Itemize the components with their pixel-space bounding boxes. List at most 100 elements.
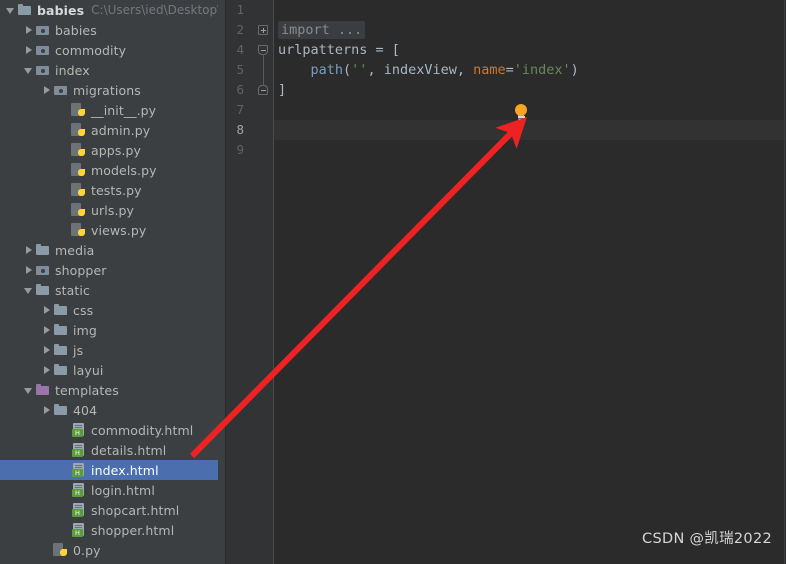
html-file-icon: H xyxy=(71,502,87,518)
tree-row-label: models.py xyxy=(91,162,157,178)
chevron-right-icon[interactable] xyxy=(24,45,35,56)
tree-row[interactable]: img xyxy=(0,320,218,340)
code-line[interactable]: path('', indexView, name='index') xyxy=(278,60,579,80)
lightbulb-icon[interactable] xyxy=(514,104,530,122)
fold-expand-icon[interactable] xyxy=(258,25,268,35)
tree-row[interactable]: Hlogin.html xyxy=(0,480,218,500)
chevron-right-icon[interactable] xyxy=(42,325,53,336)
chevron-right-icon[interactable] xyxy=(42,85,53,96)
line-number: 4 xyxy=(236,42,244,57)
code-token: urlpatterns = [ xyxy=(278,42,400,58)
chevron-right-icon[interactable] xyxy=(42,345,53,356)
tree-row[interactable]: admin.py xyxy=(0,120,218,140)
chevron-down-icon[interactable] xyxy=(24,285,35,296)
tree-row[interactable]: tests.py xyxy=(0,180,218,200)
html-file-icon: H xyxy=(71,422,87,438)
html-badge: H xyxy=(72,449,83,457)
tree-row[interactable]: migrations xyxy=(0,80,218,100)
project-root-row[interactable]: babies C:\Users\ied\Desktop\ba xyxy=(0,0,218,20)
line-number: 2 xyxy=(236,22,244,37)
line-number: 1 xyxy=(236,2,244,17)
tree-row[interactable]: media xyxy=(0,240,218,260)
code-line[interactable]: import ... xyxy=(278,20,366,40)
chevron-right-icon[interactable] xyxy=(24,265,35,276)
code-token-string: '' xyxy=(351,62,368,78)
project-tool-window[interactable]: babies C:\Users\ied\Desktop\ba babies commo… xyxy=(0,0,218,564)
html-file-lines xyxy=(75,465,82,466)
folder-icon xyxy=(35,282,51,298)
tree-row[interactable]: 0.py xyxy=(0,540,218,560)
editor-gutter[interactable]: 1 2 4 5 6 7 8 9 xyxy=(226,0,274,564)
tree-row[interactable]: css xyxy=(0,300,218,320)
folder-icon xyxy=(53,362,69,378)
python-file-icon xyxy=(71,202,87,218)
tree-row[interactable]: babies xyxy=(0,20,218,40)
folded-region[interactable]: import ... xyxy=(278,21,366,39)
tree-row-label: shopper xyxy=(55,262,107,278)
caret-line-highlight xyxy=(274,120,786,140)
chevron-down-icon[interactable] xyxy=(6,5,17,16)
chevron-down-icon[interactable] xyxy=(24,385,35,396)
html-file-lines xyxy=(75,425,82,426)
tree-row[interactable]: apps.py xyxy=(0,140,218,160)
tree-row[interactable]: static xyxy=(0,280,218,300)
chevron-right-icon[interactable] xyxy=(24,245,35,256)
tree-row[interactable]: Hdetails.html xyxy=(0,440,218,460)
chevron-down-icon[interactable] xyxy=(24,65,35,76)
tree-row[interactable]: js xyxy=(0,340,218,360)
code-line[interactable]: ] xyxy=(278,80,286,100)
python-file-icon xyxy=(71,122,87,138)
tree-row[interactable]: commodity xyxy=(0,40,218,60)
module-folder-icon xyxy=(35,42,51,58)
tree-row-label: layui xyxy=(73,362,104,378)
code-token-paren: ( xyxy=(343,62,352,78)
module-folder-icon xyxy=(53,82,69,98)
project-path: C:\Users\ied\Desktop\ba xyxy=(91,3,218,17)
tree-row[interactable]: Hindex.html xyxy=(0,460,218,480)
tree-row[interactable]: index xyxy=(0,60,218,80)
code-editor[interactable]: 1 2 4 5 6 7 8 9 import ... urlpatterns = [ path(… xyxy=(226,0,786,564)
lightbulb-base xyxy=(517,116,525,120)
tree-row[interactable]: layui xyxy=(0,360,218,380)
fold-collapse-icon[interactable] xyxy=(258,85,268,95)
chevron-right-icon[interactable] xyxy=(42,305,53,316)
html-file-lines xyxy=(75,525,82,526)
code-token: ] xyxy=(278,82,287,98)
folder-icon xyxy=(17,2,33,18)
html-badge: H xyxy=(72,489,83,497)
tree-row[interactable]: shopper xyxy=(0,260,218,280)
folder-icon xyxy=(53,322,69,338)
python-file-page xyxy=(71,223,81,236)
html-badge: H xyxy=(72,509,83,517)
chevron-right-icon[interactable] xyxy=(24,25,35,36)
tree-row[interactable]: Hshopper.html xyxy=(0,520,218,540)
tree-row[interactable]: __init__.py xyxy=(0,100,218,120)
tree-row[interactable]: views.py xyxy=(0,220,218,240)
code-token: = xyxy=(505,62,514,78)
python-file-page xyxy=(71,163,81,176)
tree-row[interactable]: Hshopcart.html xyxy=(0,500,218,520)
tree-row-label: img xyxy=(73,322,97,338)
tree-row[interactable]: 404 xyxy=(0,400,218,420)
tree-row[interactable]: templates xyxy=(0,380,218,400)
line-number: 8 xyxy=(236,122,244,137)
code-line[interactable]: urlpatterns = [ xyxy=(278,40,400,60)
tree-row-label: 404 xyxy=(73,402,98,418)
chevron-right-icon[interactable] xyxy=(42,365,53,376)
tree-row-label: __init__.py xyxy=(91,102,157,118)
tree-row[interactable]: models.py xyxy=(0,160,218,180)
chevron-right-icon[interactable] xyxy=(42,405,53,416)
tree-row[interactable]: Hcommodity.html xyxy=(0,420,218,440)
code-token-string: 'index' xyxy=(513,62,571,78)
python-file-page xyxy=(71,143,81,156)
tree-row[interactable]: urls.py xyxy=(0,200,218,220)
project-tree[interactable]: babies C:\Users\ied\Desktop\ba babies commo… xyxy=(0,0,218,560)
tree-row-label: tests.py xyxy=(91,182,142,198)
